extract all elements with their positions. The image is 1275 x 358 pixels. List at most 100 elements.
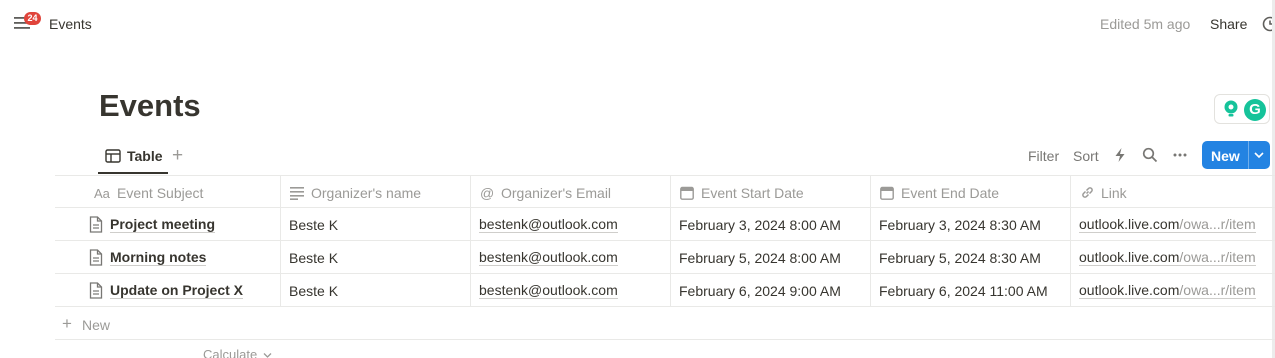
organizer-name: Beste K xyxy=(289,217,339,233)
column-header-organizer-email[interactable]: @ Organizer's Email xyxy=(471,176,671,209)
event-start-date: February 6, 2024 9:00 AM xyxy=(679,283,841,299)
cell-link[interactable]: outlook.live.com/owa...r/item xyxy=(1071,274,1275,307)
column-label: Link xyxy=(1101,185,1127,201)
event-subject: Update on Project X xyxy=(110,282,244,299)
table-row: Project meeting Beste K bestenk@outlook.… xyxy=(55,208,1275,241)
link-path: /owa...r/item xyxy=(1179,216,1256,232)
calculate-label: Calculate xyxy=(203,347,258,358)
calendar-icon xyxy=(680,186,694,200)
chevron-down-icon xyxy=(263,353,272,358)
table-row: Update on Project X Beste K bestenk@outl… xyxy=(55,274,1275,307)
lightbulb-icon xyxy=(1224,100,1238,117)
tab-table-label: Table xyxy=(127,148,163,164)
page-icon xyxy=(89,282,103,299)
event-subject: Morning notes xyxy=(110,249,207,266)
page-icon xyxy=(89,216,103,233)
column-header-event-start-date[interactable]: Event Start Date xyxy=(671,176,871,209)
calculate-button[interactable]: Calculate xyxy=(203,347,272,358)
share-button[interactable]: Share xyxy=(1210,16,1247,32)
column-label: Event End Date xyxy=(901,185,1000,201)
sort-button[interactable]: Sort xyxy=(1073,148,1099,164)
database-table: Aa Event Subject Organizer's name @ Orga… xyxy=(55,175,1275,340)
cell-organizer-email[interactable]: bestenk@outlook.com xyxy=(471,241,671,274)
link-domain: outlook.live.com xyxy=(1079,216,1180,232)
chevron-down-icon[interactable] xyxy=(1253,150,1265,160)
organizer-email-link[interactable]: bestenk@outlook.com xyxy=(479,283,618,299)
organizer-email-link[interactable]: bestenk@outlook.com xyxy=(479,250,618,266)
add-row-label: New xyxy=(82,317,111,333)
link-icon xyxy=(1082,187,1093,198)
at-sign-icon: @ xyxy=(480,185,495,201)
breadcrumb[interactable]: Events xyxy=(49,16,92,32)
cell-link[interactable]: outlook.live.com/owa...r/item xyxy=(1071,241,1275,274)
event-end-date: February 5, 2024 8:30 AM xyxy=(879,250,1041,266)
cell-link[interactable]: outlook.live.com/owa...r/item xyxy=(1071,208,1275,241)
add-row-button[interactable]: + New xyxy=(55,307,1275,340)
edited-status: Edited 5m ago xyxy=(1100,16,1191,32)
link-path: /owa...r/item xyxy=(1179,282,1256,298)
event-end-date: February 6, 2024 11:00 AM xyxy=(879,283,1048,299)
new-button-divider xyxy=(1248,141,1249,169)
cell-event-subject[interactable]: Project meeting xyxy=(81,208,281,241)
tab-table[interactable]: Table xyxy=(98,140,168,174)
notification-badge: 24 xyxy=(24,12,41,25)
cell-organizer-email[interactable]: bestenk@outlook.com xyxy=(471,274,671,307)
table-icon xyxy=(105,149,121,163)
text-lines-icon xyxy=(290,187,304,200)
event-link[interactable]: outlook.live.com/owa...r/item xyxy=(1079,283,1256,299)
cell-event-end-date[interactable]: February 6, 2024 11:00 AM xyxy=(871,274,1071,307)
cell-event-start-date[interactable]: February 6, 2024 9:00 AM xyxy=(671,274,871,307)
new-button-label: New xyxy=(1211,148,1240,164)
cell-organizer-name[interactable]: Beste K xyxy=(281,208,471,241)
organizer-email-link[interactable]: bestenk@outlook.com xyxy=(479,217,618,233)
table-header: Aa Event Subject Organizer's name @ Orga… xyxy=(55,175,1275,209)
column-header-event-end-date[interactable]: Event End Date xyxy=(871,176,1071,209)
more-button[interactable] xyxy=(1172,147,1188,166)
extension-widget[interactable]: G xyxy=(1214,94,1270,124)
cell-event-subject[interactable]: Update on Project X xyxy=(81,274,281,307)
cell-organizer-name[interactable]: Beste K xyxy=(281,241,471,274)
column-label: Event Subject xyxy=(117,185,204,201)
cell-event-end-date[interactable]: February 3, 2024 8:30 AM xyxy=(871,208,1071,241)
more-icon xyxy=(1173,153,1187,157)
plus-icon: + xyxy=(62,314,72,333)
page-title[interactable]: Events xyxy=(99,88,201,124)
filter-button[interactable]: Filter xyxy=(1028,148,1059,164)
top-bar: 24 Events Edited 5m ago Share xyxy=(0,0,1275,48)
new-button[interactable]: New xyxy=(1202,141,1270,169)
link-domain: outlook.live.com xyxy=(1079,282,1180,298)
cell-event-start-date[interactable]: February 3, 2024 8:00 AM xyxy=(671,208,871,241)
link-domain: outlook.live.com xyxy=(1079,249,1180,265)
event-link[interactable]: outlook.live.com/owa...r/item xyxy=(1079,250,1256,266)
column-label: Organizer's name xyxy=(311,185,422,201)
cell-event-subject[interactable]: Morning notes xyxy=(81,241,281,274)
column-header-event-subject[interactable]: Aa Event Subject xyxy=(81,176,281,209)
cell-organizer-name[interactable]: Beste K xyxy=(281,274,471,307)
add-view-button[interactable]: + xyxy=(172,145,183,167)
lightning-icon xyxy=(1115,148,1125,162)
event-link[interactable]: outlook.live.com/owa...r/item xyxy=(1079,217,1256,233)
cell-event-start-date[interactable]: February 5, 2024 8:00 AM xyxy=(671,241,871,274)
calendar-icon xyxy=(880,186,894,200)
organizer-name: Beste K xyxy=(289,283,339,299)
event-end-date: February 3, 2024 8:30 AM xyxy=(879,217,1041,233)
sidebar-menu-button[interactable]: 24 xyxy=(14,12,41,34)
organizer-name: Beste K xyxy=(289,250,339,266)
event-start-date: February 5, 2024 8:00 AM xyxy=(679,250,841,266)
page-icon xyxy=(89,249,103,266)
cell-event-end-date[interactable]: February 5, 2024 8:30 AM xyxy=(871,241,1071,274)
event-start-date: February 3, 2024 8:00 AM xyxy=(679,217,841,233)
search-icon xyxy=(1142,147,1158,163)
search-button[interactable] xyxy=(1142,147,1158,166)
cell-organizer-email[interactable]: bestenk@outlook.com xyxy=(471,208,671,241)
grammarly-icon: G xyxy=(1244,99,1266,121)
table-row: Morning notes Beste K bestenk@outlook.co… xyxy=(55,241,1275,274)
event-subject: Project meeting xyxy=(110,216,216,233)
column-label: Organizer's Email xyxy=(501,185,612,201)
column-header-link[interactable]: Link xyxy=(1071,176,1275,209)
automation-button[interactable] xyxy=(1113,147,1127,166)
title-property-icon: Aa xyxy=(94,186,110,201)
link-path: /owa...r/item xyxy=(1179,249,1256,265)
column-label: Event Start Date xyxy=(701,185,804,201)
column-header-organizer-name[interactable]: Organizer's name xyxy=(281,176,471,209)
